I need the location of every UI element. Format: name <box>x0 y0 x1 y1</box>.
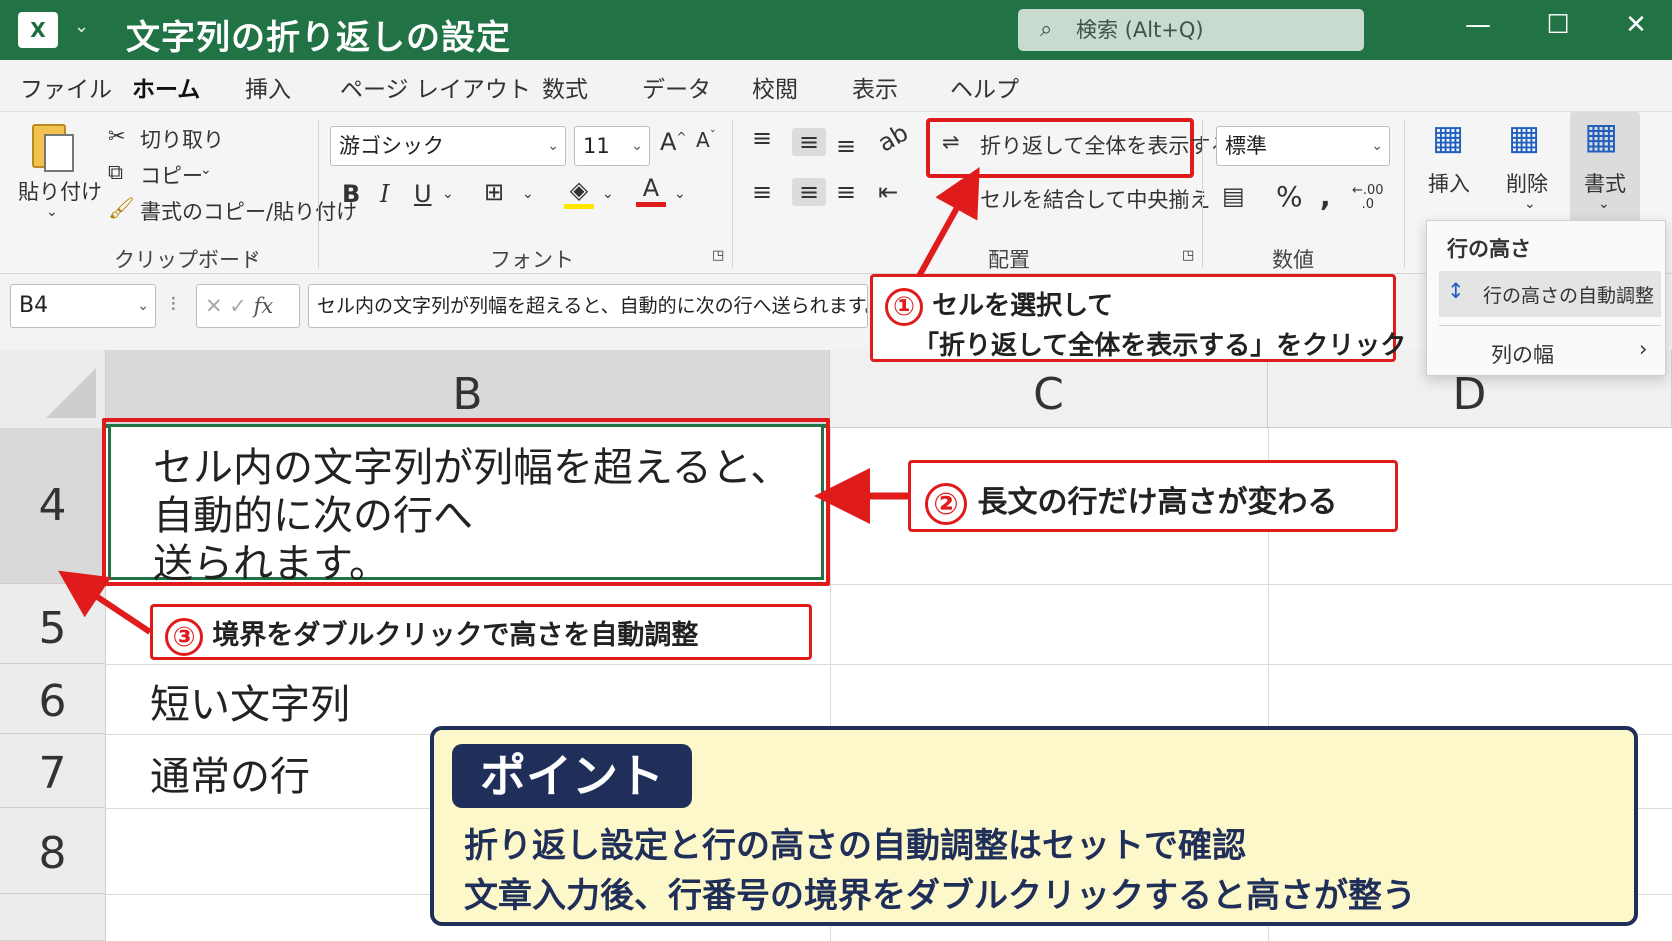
callout-3-number: ③ <box>165 617 203 656</box>
callout-2: ② 長文の行だけ高さが変わる <box>908 460 1398 532</box>
callout-1-line-1: セルを選択して <box>932 291 1114 321</box>
callout-3-text: 境界をダブルクリックで高さを自動調整 <box>212 620 699 651</box>
callout-1-number: ① <box>885 287 923 326</box>
point-line-1: 折り返し設定と行の高さの自動調整はセットで確認 <box>464 826 1246 866</box>
point-title: ポイント <box>452 744 692 808</box>
callout-1-line-2: 「折り返して全体を表示する」をクリック <box>913 331 1407 361</box>
callout-3: ③ 境界をダブルクリックで高さを自動調整 <box>150 604 812 660</box>
point-line-2: 文章入力後、行番号の境界をダブルクリックすると高さが整う <box>464 876 1416 916</box>
point-box: ポイント 折り返し設定と行の高さの自動調整はセットで確認 文章入力後、行番号の境… <box>430 726 1638 926</box>
callout-1: ① セルを選択して 「折り返して全体を表示する」をクリック <box>870 274 1406 362</box>
callout-2-text: 長文の行だけ高さが変わる <box>977 485 1338 520</box>
arrow-to-wrap-button <box>915 167 980 280</box>
arrow-to-row-boundary <box>58 570 152 635</box>
callout-2-number: ② <box>925 482 967 525</box>
